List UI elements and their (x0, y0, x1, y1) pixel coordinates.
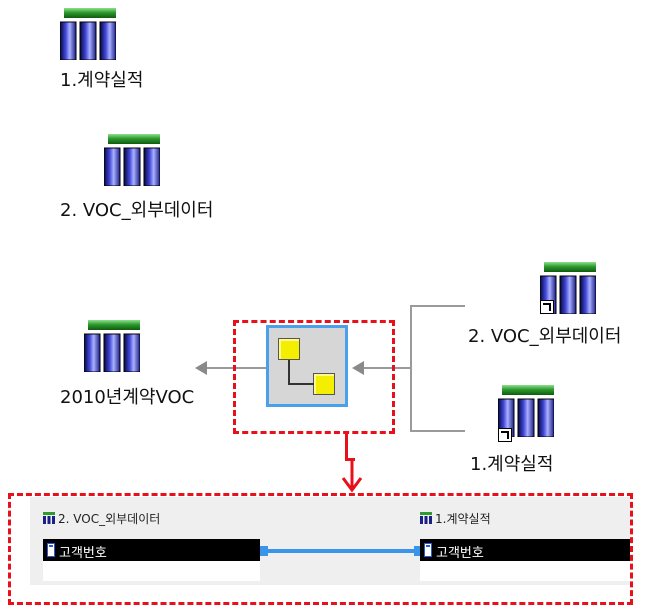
connector-line (410, 305, 412, 432)
table-icon (60, 8, 116, 60)
node-label: 1.계약실적 (60, 70, 144, 91)
node-label: 2010년계약VOC (60, 387, 195, 408)
node-label: 2. VOC_외부데이터 (468, 326, 622, 347)
node-label: 2. VOC_외부데이터 (60, 200, 214, 221)
shortcut-icon (540, 300, 554, 314)
arrow-left-icon (195, 361, 207, 375)
shortcut-icon (498, 428, 512, 442)
node-label: 1.계약실적 (470, 454, 554, 475)
highlight-box-join-panel (8, 493, 633, 605)
highlight-box-merge (233, 320, 395, 434)
arrow-down-icon (341, 460, 363, 493)
connector-line (410, 430, 465, 432)
table-icon (84, 320, 140, 372)
table-icon (104, 134, 160, 186)
callout-line (345, 434, 348, 460)
connector-line (410, 305, 465, 307)
